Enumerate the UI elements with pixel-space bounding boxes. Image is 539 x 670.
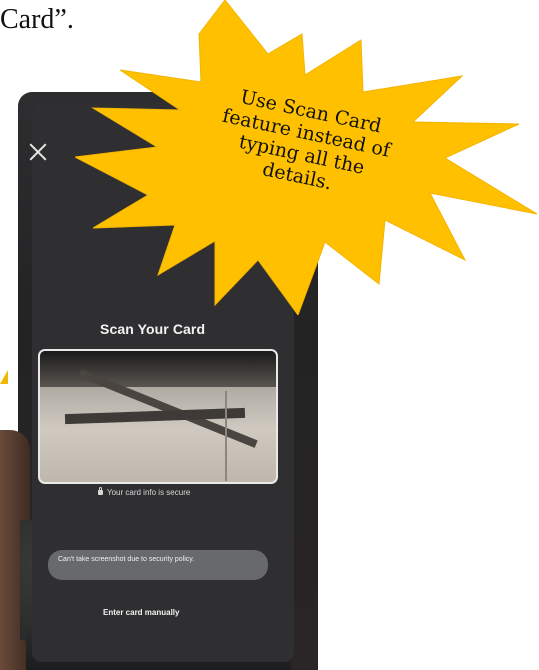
camera-preview-seam (225, 391, 227, 481)
scan-title: Scan Your Card (100, 321, 206, 337)
yellow-arrow-fragment (0, 370, 8, 384)
secure-info: Your card info is secure (98, 487, 191, 497)
enter-card-manually-button[interactable]: Enter card manually (103, 608, 179, 617)
secure-text: Your card info is secure (107, 488, 191, 497)
document-text: Card”. (0, 4, 74, 35)
lock-icon (98, 487, 103, 495)
camera-preview-dark-area (40, 351, 276, 387)
camera-preview-shadow (64, 407, 246, 425)
security-toast: Can't take screenshot due to security po… (48, 550, 268, 580)
camera-preview (38, 349, 278, 484)
close-icon[interactable] (28, 142, 48, 162)
